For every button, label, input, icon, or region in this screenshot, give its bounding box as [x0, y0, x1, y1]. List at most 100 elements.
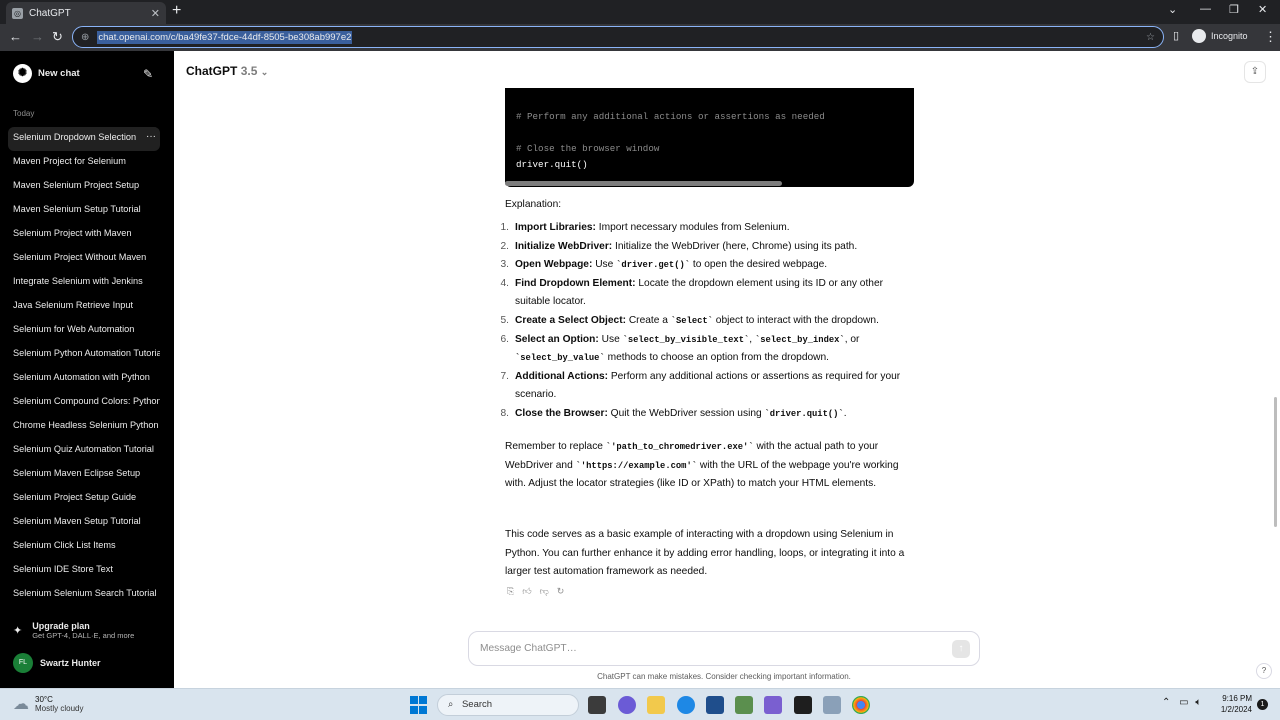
restore-icon[interactable]: ❐: [1229, 3, 1239, 16]
chat-app-icon[interactable]: [618, 696, 636, 714]
sidebar: ✺ New chat ✎ Today Selenium Dropdown Sel…: [0, 51, 174, 688]
list-item: 7. Additional Actions: Perform any additi…: [494, 368, 914, 405]
start-icon[interactable]: [410, 696, 428, 714]
task-view-icon[interactable]: [588, 696, 606, 714]
list-body: Create a Select Object: Create a `Select…: [509, 312, 879, 331]
weather-widget[interactable]: ☁ 30°C Mostly cloudy: [13, 694, 83, 714]
store-icon[interactable]: [706, 696, 724, 714]
more-options-icon[interactable]: ···: [142, 127, 156, 147]
thumbs-down-icon[interactable]: 👎︎: [540, 586, 549, 597]
code-line: driver.quit(): [516, 159, 588, 170]
chat-history-item[interactable]: Selenium for Web Automation: [8, 319, 160, 343]
share-icon[interactable]: ⇪: [1244, 61, 1266, 83]
inline-code: `select_by_visible_text`: [622, 334, 750, 345]
chat-history-label: Selenium Selenium Search Tutorial: [13, 588, 157, 598]
explanation-steps-list: 1. Import Libraries: Import necessary mod…: [494, 219, 914, 424]
chat-history-item[interactable]: Selenium Quiz Automation Tutorial: [8, 439, 160, 463]
list-number: 1.: [500, 222, 510, 233]
code-horizontal-scrollbar[interactable]: [505, 181, 782, 186]
browser-menu-icon[interactable]: ⋮: [1264, 29, 1277, 45]
reload-icon[interactable]: ↻: [52, 29, 63, 45]
vs-icon[interactable]: [764, 696, 782, 714]
chat-history-item[interactable]: Selenium Python Automation Tutorial: [8, 343, 160, 367]
list-number: 4.: [500, 277, 510, 289]
close-tab-icon[interactable]: ✕: [151, 7, 160, 20]
upgrade-plan-button[interactable]: ✦ Upgrade plan Get GPT-4, DALL·E, and mo…: [13, 621, 134, 640]
site-info-icon[interactable]: ⊕: [81, 32, 89, 43]
app-icon[interactable]: [823, 696, 841, 714]
compose-icon[interactable]: ✎: [143, 67, 153, 81]
chat-history-item[interactable]: Selenium Automation with Python: [8, 367, 160, 391]
incognito-profile[interactable]: Incognito: [1192, 29, 1248, 43]
search-label: Search: [461, 699, 493, 710]
list-item: 5. Create a Select Object: Create a `Sele…: [494, 312, 914, 331]
url-text[interactable]: chat.openai.com/c/ba49fe37-fdce-44df-850…: [97, 30, 353, 44]
list-body: Find Dropdown Element: Locate the dropdo…: [509, 275, 914, 312]
message-input[interactable]: Message ChatGPT… ↑: [468, 631, 980, 666]
forward-icon[interactable]: →: [31, 29, 44, 44]
thumbs-up-icon[interactable]: 👍︎: [522, 586, 531, 597]
send-button[interactable]: ↑: [952, 640, 970, 658]
chrome-icon[interactable]: [852, 696, 870, 714]
minimize-icon[interactable]: —: [1200, 3, 1211, 15]
list-item: 2. Initialize WebDriver: Initialize the W…: [494, 238, 914, 257]
step-title: Select an Option:: [515, 333, 599, 345]
chat-history-item[interactable]: Maven Selenium Project Setup: [8, 175, 160, 199]
chat-history-item[interactable]: Java Selenium Retrieve Input: [8, 295, 160, 319]
chat-history-item[interactable]: Maven Selenium Setup Tutorial: [8, 199, 160, 223]
model-selector[interactable]: ChatGPT 3.5 ⌄: [186, 64, 268, 78]
list-number: 2.: [500, 240, 510, 252]
chat-history-item[interactable]: Selenium Dropdown Selection ···: [8, 127, 160, 151]
chat-history-item[interactable]: Selenium Selenium Search Tutorial: [8, 583, 160, 607]
copy-icon[interactable]: ⎘: [507, 586, 514, 597]
upgrade-subtitle: Get GPT-4, DALL·E, and more: [32, 631, 135, 640]
chat-history-item[interactable]: Selenium Click List Items: [8, 535, 160, 559]
address-bar[interactable]: ⊕ chat.openai.com/c/ba49fe37-fdce-44df-8…: [72, 26, 1164, 48]
back-icon[interactable]: ←: [9, 29, 22, 44]
chat-history-item[interactable]: Selenium Maven Eclipse Setup: [8, 463, 160, 487]
chat-history-label: Selenium Project Setup Guide: [13, 492, 137, 502]
clock[interactable]: 9:16 PM 1/2/2024: [1216, 693, 1252, 715]
inline-code: `select_by_value`: [515, 353, 605, 364]
page-scrollbar[interactable]: [1274, 397, 1277, 527]
file-explorer-icon[interactable]: [647, 696, 665, 714]
step-text: to open the desired webpage.: [690, 259, 828, 271]
regenerate-icon[interactable]: ↻: [557, 586, 565, 597]
user-menu[interactable]: FL Swartz Hunter: [13, 653, 101, 673]
edge-icon[interactable]: [677, 696, 695, 714]
bookmark-star-icon[interactable]: ☆: [1146, 32, 1155, 43]
chat-history-item[interactable]: Selenium Project Setup Guide: [8, 487, 160, 511]
chevron-up-icon[interactable]: ⌃: [1162, 697, 1170, 708]
list-body: Initialize WebDriver: Initialize the Web…: [509, 238, 857, 257]
terminal-icon[interactable]: [794, 696, 812, 714]
tab-search-icon[interactable]: ⌄: [1168, 3, 1177, 16]
list-number: 5.: [500, 314, 510, 326]
taskbar-search[interactable]: ⌕ Search: [437, 694, 579, 716]
chat-history-item[interactable]: Selenium IDE Store Text: [8, 559, 160, 583]
chat-history-item[interactable]: Chrome Headless Selenium Python: [8, 415, 160, 439]
chat-history-item[interactable]: Selenium Maven Setup Tutorial: [8, 511, 160, 535]
system-tray[interactable]: ⌃ ▭ 🔈︎: [1162, 697, 1201, 708]
help-button[interactable]: ?: [1256, 663, 1272, 679]
volume-icon[interactable]: 🔈︎: [1195, 697, 1201, 708]
new-tab-button[interactable]: +: [172, 2, 181, 20]
chat-history-item[interactable]: Selenium Project Without Maven: [8, 247, 160, 271]
chevron-down-icon: ⌄: [260, 67, 269, 77]
disclaimer-text: ChatGPT can make mistakes. Consider chec…: [597, 672, 851, 681]
notification-badge[interactable]: 1: [1257, 699, 1268, 710]
list-item: 3. Open Webpage: Use `driver.get()` to op…: [494, 256, 914, 275]
side-panel-icon[interactable]: ▯: [1173, 29, 1179, 42]
explanation-heading: Explanation:: [505, 199, 562, 210]
window-close-icon[interactable]: ✕: [1258, 3, 1267, 16]
network-icon[interactable]: ▭: [1179, 697, 1188, 708]
app-icon[interactable]: [735, 696, 753, 714]
new-chat-button[interactable]: ✺ New chat: [13, 64, 80, 83]
browser-tab[interactable]: ◎ ChatGPT ✕: [6, 2, 166, 24]
upgrade-title: Upgrade plan: [32, 621, 90, 631]
chat-history-item[interactable]: Selenium Project with Maven: [8, 223, 160, 247]
chat-history-item[interactable]: Selenium Compound Colors: Python: [8, 391, 160, 415]
history-section-today: Today: [13, 109, 35, 118]
chat-history-label: Selenium IDE Store Text: [13, 564, 113, 574]
chat-history-item[interactable]: Integrate Selenium with Jenkins: [8, 271, 160, 295]
chat-history-item[interactable]: Maven Project for Selenium: [8, 151, 160, 175]
